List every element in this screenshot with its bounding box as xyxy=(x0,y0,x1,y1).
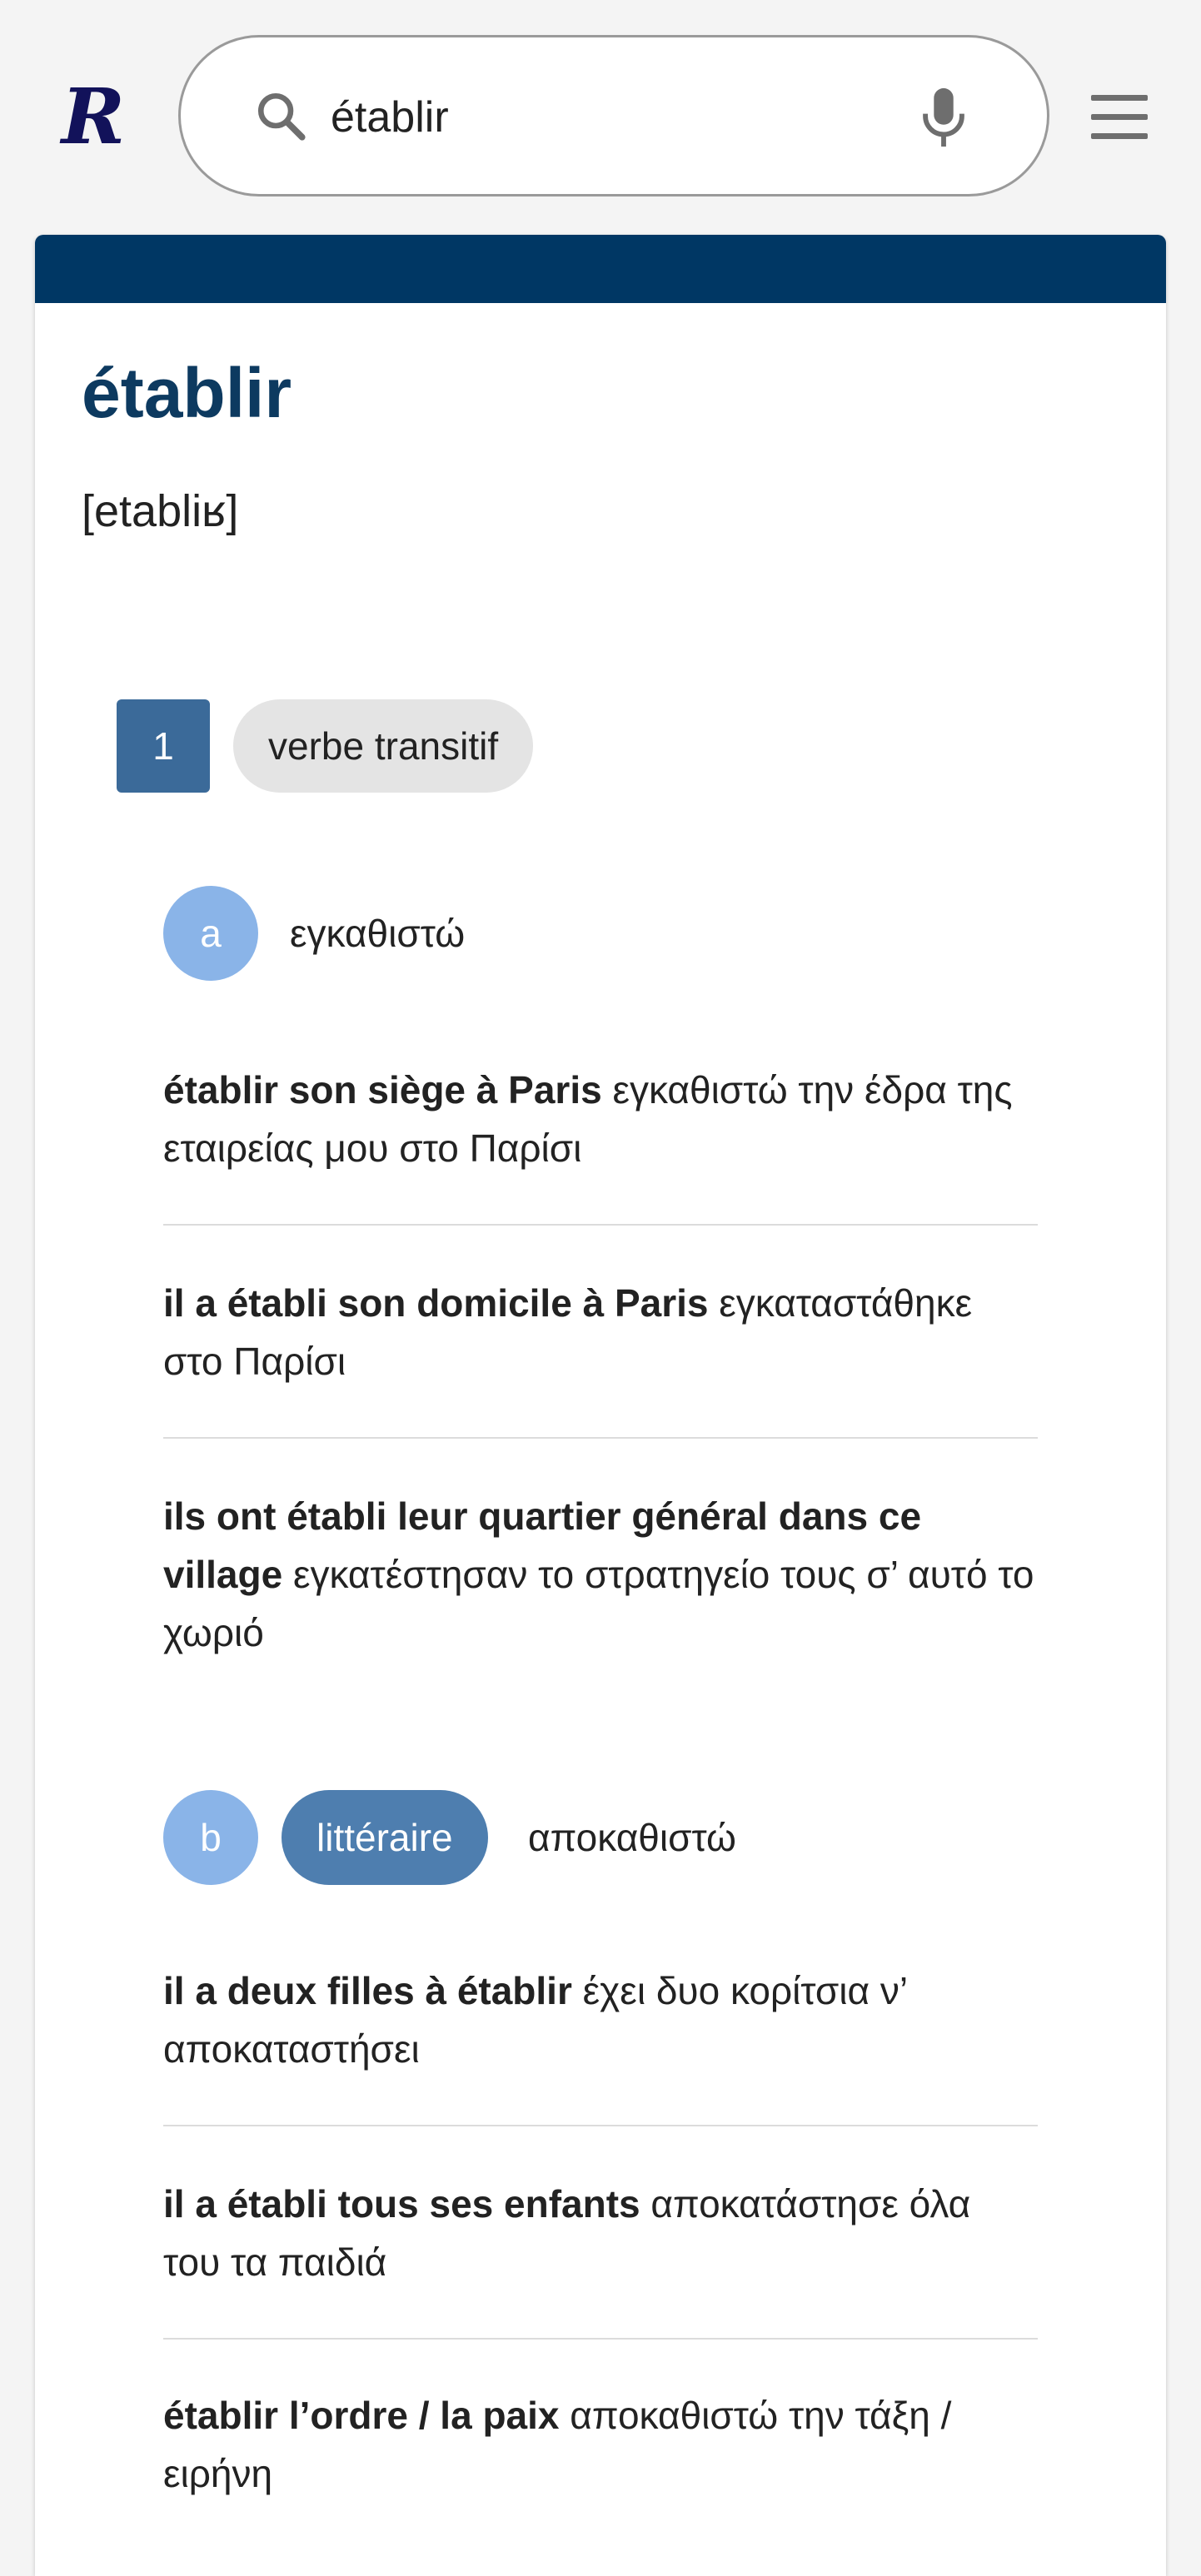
entry-card: établir [etabliʁ] 1 verbe transitif a εγ… xyxy=(35,235,1166,2576)
subsense-translation: εγκαθιστώ xyxy=(290,912,466,955)
example-source: établir l’ordre / la paix xyxy=(163,2394,560,2437)
subsense-letter: b xyxy=(163,1790,258,1885)
subsense-letter: a xyxy=(163,886,258,981)
search-icon[interactable] xyxy=(254,89,309,144)
example: il a établi son domicile à Paris εγκατασ… xyxy=(163,1274,1038,1390)
example-translation: εγκατέστησαν το στρατηγείο τους σ’ αυτό … xyxy=(163,1553,1034,1654)
card-header-band xyxy=(35,235,1166,303)
example-divider xyxy=(163,1437,1038,1439)
example: établir son siège à Paris εγκαθιστώ την … xyxy=(163,1061,1038,1177)
example: il a établi tous ses enfants αποκατάστησ… xyxy=(163,2175,1038,2291)
mic-icon[interactable] xyxy=(919,86,969,149)
part-of-speech-badge: verbe transitif xyxy=(233,699,534,793)
search-bar[interactable] xyxy=(178,35,1049,196)
example-source: il a deux filles à établir xyxy=(163,1969,572,2012)
example-source: il a établi tous ses enfants xyxy=(163,2182,640,2225)
search-input[interactable] xyxy=(331,84,914,151)
register-badge: littéraire xyxy=(282,1790,488,1885)
example: il a deux filles à établir έχει δυο κορί… xyxy=(163,1962,1038,2078)
site-logo[interactable]: R xyxy=(43,77,143,157)
example-divider xyxy=(163,1224,1038,1226)
headword: établir xyxy=(82,354,292,432)
phonetic-transcription: [etabliʁ] xyxy=(82,486,239,536)
hamburger-menu-icon[interactable] xyxy=(1091,95,1148,140)
example-divider xyxy=(163,2125,1038,2126)
example-divider xyxy=(163,2338,1038,2340)
subsense-translation: αποκαθιστώ xyxy=(528,1816,736,1859)
sense-number: 1 xyxy=(117,699,210,793)
example-source: il a établi son domicile à Paris xyxy=(163,1281,709,1325)
example-source: établir son siège à Paris xyxy=(163,1068,602,1111)
top-bar: R xyxy=(0,0,1201,235)
example: établir l’ordre / la paix αποκαθιστώ την… xyxy=(163,2386,1038,2503)
example: ils ont établi leur quartier général dan… xyxy=(163,1487,1038,1662)
